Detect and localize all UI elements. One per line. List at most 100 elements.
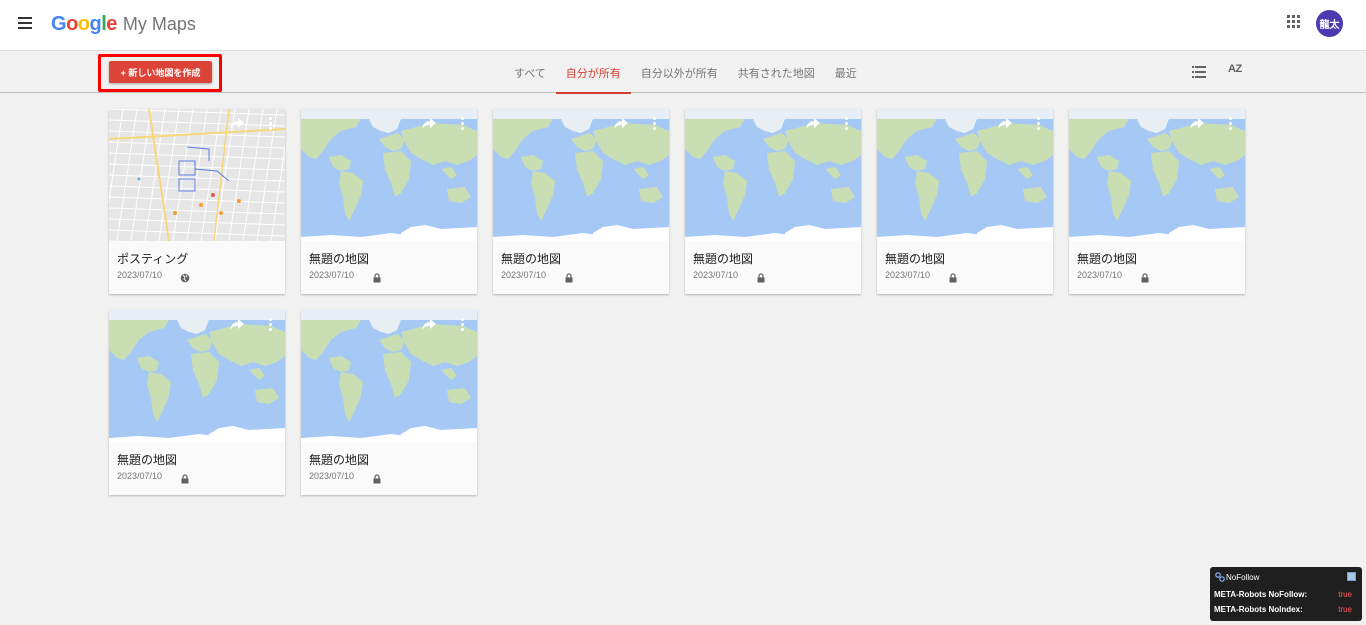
map-thumbnail[interactable] [301, 109, 477, 241]
map-title[interactable]: 無題の地図 [117, 451, 177, 468]
logo-letter: e [106, 13, 117, 35]
more-options-button[interactable] [269, 318, 273, 332]
tab-filter[interactable]: 自分が所有 [555, 52, 631, 94]
hamburger-icon [18, 17, 32, 19]
google-wordmark: Google [51, 13, 117, 36]
map-title[interactable]: 無題の地図 [885, 250, 945, 267]
map-title[interactable]: 無題の地図 [1077, 250, 1137, 267]
visibility-indicator [372, 270, 382, 283]
visibility-indicator [564, 270, 574, 283]
more-options-button[interactable] [461, 117, 465, 131]
map-thumbnail[interactable] [301, 310, 477, 442]
visibility-indicator [180, 270, 190, 283]
share-icon[interactable] [229, 117, 245, 131]
map-thumbnail[interactable] [109, 109, 285, 241]
more-options-button[interactable] [845, 117, 849, 131]
share-icon[interactable] [421, 318, 437, 332]
tab-filter[interactable]: 共有された地図 [728, 52, 825, 93]
more-options-button[interactable] [1229, 117, 1233, 131]
tab-filter[interactable]: 最近 [825, 52, 867, 93]
map-thumbnail-image [301, 109, 477, 241]
share-icon[interactable] [805, 117, 821, 131]
more-options-button[interactable] [653, 117, 657, 131]
map-date: 2023/07/10 [693, 270, 739, 280]
map-title[interactable]: 無題の地図 [309, 250, 369, 267]
lock-icon [949, 273, 957, 283]
share-button[interactable] [805, 117, 821, 131]
share-icon[interactable] [421, 117, 437, 131]
noindex-label: META-Robots NoIndex: [1214, 605, 1303, 614]
more-options-button[interactable] [461, 318, 465, 332]
map-thumbnail[interactable] [1069, 109, 1245, 241]
extension-minimize-button[interactable] [1347, 572, 1356, 581]
share-button[interactable] [421, 117, 437, 131]
product-name: My Maps [122, 14, 196, 34]
list-view-button[interactable] [1192, 66, 1206, 78]
tab-filter[interactable]: 自分以外が所有 [631, 52, 728, 93]
create-new-map-button[interactable]: + 新しい地図を作成 [109, 61, 212, 83]
visibility-indicator [180, 471, 190, 484]
map-card[interactable]: 無題の地図 2023/07/10 [301, 109, 477, 294]
hamburger-icon-line [18, 27, 32, 29]
visibility-indicator [948, 270, 958, 283]
share-button[interactable] [229, 318, 245, 332]
map-title[interactable]: 無題の地図 [501, 250, 561, 267]
map-card[interactable]: 無題の地図 2023/07/10 [685, 109, 861, 294]
map-card[interactable]: 無題の地図 2023/07/10 [1069, 109, 1245, 294]
map-date: 2023/07/10 [117, 270, 163, 280]
map-thumbnail[interactable] [685, 109, 861, 241]
map-title[interactable]: 無題の地図 [693, 250, 753, 267]
map-thumbnail-image [1069, 109, 1245, 241]
map-date: 2023/07/10 [1077, 270, 1123, 280]
nofollow-label: META-Robots NoFollow: [1214, 590, 1308, 599]
more-options-button[interactable] [269, 117, 273, 131]
share-icon[interactable] [997, 117, 1013, 131]
map-card[interactable]: 無題の地図 2023/07/10 [301, 310, 477, 495]
map-date: 2023/07/10 [885, 270, 931, 280]
map-thumbnail-image [493, 109, 669, 241]
lock-icon [1141, 273, 1149, 283]
share-button[interactable] [997, 117, 1013, 131]
visibility-indicator [756, 270, 766, 283]
hamburger-icon-line [18, 22, 32, 24]
lock-icon [565, 273, 573, 283]
share-button[interactable] [229, 117, 245, 131]
tab-filter[interactable]: すべて [504, 52, 556, 93]
logo-letter: G [51, 13, 67, 35]
sort-az-button[interactable]: AZ [1228, 63, 1242, 75]
app-header: Google My Maps 龍太 [0, 0, 1366, 51]
lock-icon [373, 273, 381, 283]
share-icon[interactable] [613, 117, 629, 131]
map-card[interactable]: ポスティング 2023/07/10 [109, 109, 285, 294]
noindex-value: true [1338, 605, 1352, 614]
noindex-row: META-Robots NoIndex: true [1214, 605, 1358, 614]
share-button[interactable] [421, 318, 437, 332]
main-menu-button[interactable] [16, 14, 36, 34]
link-icon [1215, 572, 1225, 582]
map-thumbnail[interactable] [493, 109, 669, 241]
nofollow-extension-panel: NoFollow META-Robots NoFollow: true META… [1210, 567, 1362, 621]
more-options-button[interactable] [1037, 117, 1041, 131]
share-icon[interactable] [229, 318, 245, 332]
share-button[interactable] [613, 117, 629, 131]
map-title[interactable]: 無題の地図 [309, 451, 369, 468]
google-apps-button[interactable] [1287, 15, 1301, 29]
my-maps-logo[interactable]: Google My Maps [51, 13, 196, 37]
map-card[interactable]: 無題の地図 2023/07/10 [493, 109, 669, 294]
share-icon[interactable] [1189, 117, 1205, 131]
map-thumbnail-image [109, 310, 285, 442]
account-avatar[interactable]: 龍太 [1316, 10, 1343, 37]
lock-icon [181, 474, 189, 484]
map-title[interactable]: ポスティング [117, 250, 188, 267]
lock-icon [373, 474, 381, 484]
extension-title: NoFollow [1226, 573, 1260, 582]
map-card[interactable]: 無題の地図 2023/07/10 [877, 109, 1053, 294]
map-date: 2023/07/10 [309, 270, 355, 280]
map-thumbnail[interactable] [877, 109, 1053, 241]
map-thumbnail-image [109, 109, 285, 241]
map-card[interactable]: 無題の地図 2023/07/10 [109, 310, 285, 495]
share-button[interactable] [1189, 117, 1205, 131]
logo-letter: o [66, 13, 78, 35]
filter-tabs: すべて 自分が所有 自分以外が所有 共有された地図 最近 [504, 52, 867, 94]
map-thumbnail[interactable] [109, 310, 285, 442]
